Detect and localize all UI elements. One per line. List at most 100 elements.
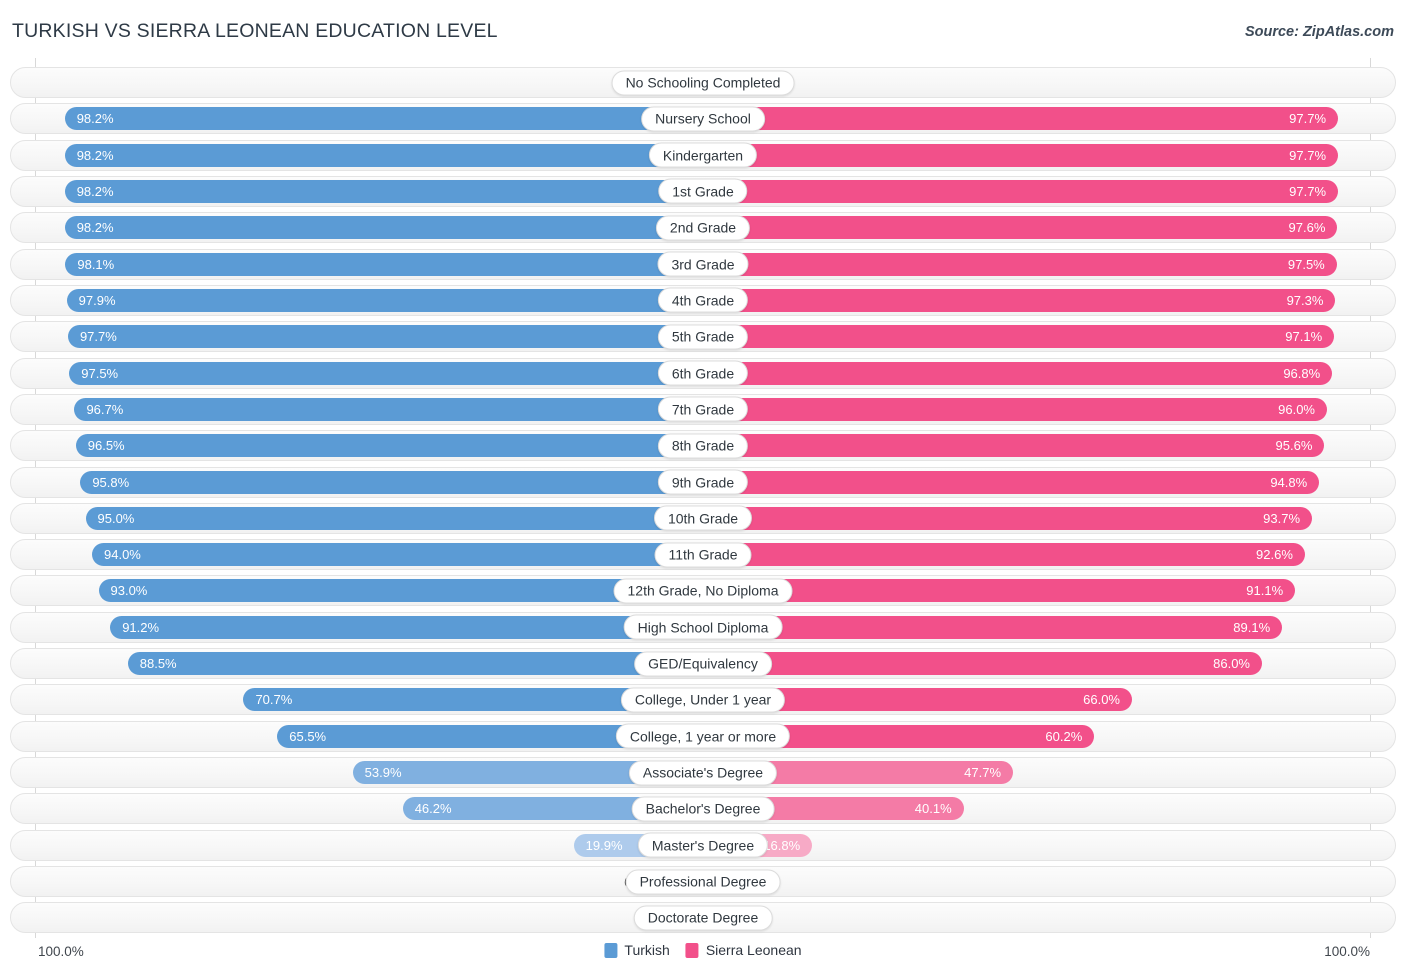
bar-value-turkish: 88.5%: [139, 656, 177, 672]
bar-value-sierra-leonean: 40.1%: [914, 801, 952, 817]
chart-row-inner: 2.7%2.0%Doctorate Degree: [11, 903, 1395, 932]
chart-row: 6.2%4.5%Professional Degree: [10, 866, 1396, 898]
bar-value-turkish: 70.7%: [255, 692, 293, 708]
bar-turkish: 91.2%: [110, 615, 703, 639]
chart-row: 88.5% 86.0% GED/Equivalency: [10, 648, 1396, 680]
category-label: 3rd Grade: [657, 251, 749, 277]
bar-turkish: 95.8%: [80, 470, 703, 494]
bar-value-sierra-leonean: 47.7%: [964, 765, 1002, 781]
bar-value-turkish: 53.9%: [364, 765, 402, 781]
bar-turkish: 98.2%: [64, 179, 703, 203]
bar-value-sierra-leonean: 16.8%: [763, 837, 801, 853]
chart-root: TURKISH VS SIERRA LEONEAN EDUCATION LEVE…: [0, 0, 1406, 975]
bar-sierra-leonean: 97.7%: [703, 179, 1339, 203]
chart-row: 98.2% 97.7% 1st Grade: [10, 175, 1396, 207]
chart-row-inner: 6.2%4.5%Professional Degree: [11, 867, 1395, 896]
bar-turkish: 98.2%: [64, 216, 703, 240]
chart-row-inner: 98.2% 97.7% Kindergarten: [11, 141, 1395, 170]
category-label: Nursery School: [641, 106, 765, 132]
chart-footer: 100.0% 100.0% Turkish Sierra Leonean: [0, 938, 1406, 975]
chart-row-inner: 65.5% 60.2% College, 1 year or more: [11, 722, 1395, 751]
bar-sierra-leonean: 97.3%: [703, 288, 1336, 312]
bar-sierra-leonean: 97.7%: [703, 107, 1339, 131]
bar-value-sierra-leonean: 97.5%: [1287, 256, 1325, 272]
chart-row: 70.7% 66.0% College, Under 1 year: [10, 684, 1396, 716]
bar-sierra-leonean: 89.1%: [703, 615, 1283, 639]
chart-row: 19.9% 16.8% Master's Degree: [10, 829, 1396, 861]
bar-value-turkish: 96.5%: [87, 438, 125, 454]
bar-sierra-leonean: 93.7%: [703, 506, 1313, 530]
bar-turkish: 98.2%: [64, 107, 703, 131]
bar-value-sierra-leonean: 97.1%: [1285, 329, 1323, 345]
bar-value-turkish: 98.2%: [76, 220, 114, 236]
chart-row: 94.0% 92.6% 11th Grade: [10, 539, 1396, 571]
chart-row: 97.9% 97.3% 4th Grade: [10, 284, 1396, 316]
chart-legend: Turkish Sierra Leonean: [604, 942, 802, 958]
chart-row: 2.7%2.0%Doctorate Degree: [10, 902, 1396, 934]
bar-turkish: 95.0%: [85, 506, 703, 530]
axis-label-left: 100.0%: [38, 944, 84, 959]
chart-row: 46.2% 40.1% Bachelor's Degree: [10, 793, 1396, 825]
chart-row: 65.5% 60.2% College, 1 year or more: [10, 720, 1396, 752]
chart-row-inner: 53.9% 47.7% Associate's Degree: [11, 758, 1395, 787]
bar-sierra-leonean: 92.6%: [703, 543, 1305, 567]
bar-value-sierra-leonean: 97.3%: [1286, 292, 1324, 308]
bar-value-turkish: 98.1%: [77, 256, 115, 272]
chart-row: 95.8% 94.8% 9th Grade: [10, 466, 1396, 498]
category-label: 10th Grade: [653, 505, 753, 531]
chart-row-inner: 97.9% 97.3% 4th Grade: [11, 286, 1395, 315]
bar-value-sierra-leonean: 66.0%: [1083, 692, 1120, 708]
chart-row: 97.7% 97.1% 5th Grade: [10, 321, 1396, 353]
category-label: 1st Grade: [658, 178, 748, 204]
bar-value-sierra-leonean: 91.1%: [1246, 583, 1284, 599]
category-label: Bachelor's Degree: [631, 796, 775, 822]
category-label: 5th Grade: [657, 324, 749, 350]
chart-row-inner: 97.5% 96.8% 6th Grade: [11, 359, 1395, 388]
bar-value-turkish: 94.0%: [104, 547, 141, 563]
category-label: 11th Grade: [654, 542, 752, 568]
legend-label: Sierra Leonean: [705, 942, 802, 958]
chart-row: 96.5% 95.6% 8th Grade: [10, 430, 1396, 462]
bar-sierra-leonean: 97.7%: [703, 143, 1339, 167]
bar-turkish: 93.0%: [98, 579, 703, 603]
bar-sierra-leonean: 96.8%: [703, 361, 1333, 385]
bar-value-sierra-leonean: 97.7%: [1289, 111, 1327, 127]
category-label: 9th Grade: [657, 469, 749, 495]
category-label: Kindergarten: [648, 142, 758, 168]
chart-row: 98.1% 97.5% 3rd Grade: [10, 248, 1396, 280]
category-label: 6th Grade: [657, 360, 749, 386]
chart-row-inner: 70.7% 66.0% College, Under 1 year: [11, 685, 1395, 714]
bar-value-turkish: 95.0%: [97, 510, 135, 526]
bar-value-turkish: 98.2%: [76, 183, 114, 199]
category-label: 7th Grade: [657, 396, 749, 422]
chart-row: 91.2% 89.1% High School Diploma: [10, 611, 1396, 643]
chart-row-inner: 98.2% 97.7% Nursery School: [11, 104, 1395, 133]
bar-value-turkish: 93.0%: [110, 583, 148, 599]
bar-turkish: 97.7%: [67, 325, 703, 349]
legend-item[interactable]: Sierra Leonean: [685, 942, 802, 958]
legend-item[interactable]: Turkish: [604, 942, 670, 958]
chart-row: 93.0% 91.1% 12th Grade, No Diploma: [10, 575, 1396, 607]
bar-value-sierra-leonean: 94.8%: [1270, 474, 1308, 490]
chart-row-inner: 94.0% 92.6% 11th Grade: [11, 540, 1395, 569]
source-attribution: Source: ZipAtlas.com: [1244, 24, 1394, 40]
bar-sierra-leonean: 97.5%: [703, 252, 1337, 276]
bar-value-sierra-leonean: 97.6%: [1288, 220, 1326, 236]
bar-sierra-leonean: 95.6%: [703, 434, 1325, 458]
bar-value-turkish: 19.9%: [585, 837, 623, 853]
bar-value-sierra-leonean: 96.0%: [1278, 401, 1315, 417]
category-label: 12th Grade, No Diploma: [613, 578, 793, 604]
chart-row: 96.7% 96.0% 7th Grade: [10, 393, 1396, 425]
bar-turkish: 96.5%: [75, 434, 703, 458]
chart-row-inner: 95.0% 93.7% 10th Grade: [11, 504, 1395, 533]
chart-row: 97.5% 96.8% 6th Grade: [10, 357, 1396, 389]
chart-row: 95.0% 93.7% 10th Grade: [10, 502, 1396, 534]
chart-row-inner: 98.2% 97.7% 1st Grade: [11, 177, 1395, 206]
chart-row-inner: 93.0% 91.1% 12th Grade, No Diploma: [11, 576, 1395, 605]
chart-row-inner: 46.2% 40.1% Bachelor's Degree: [11, 794, 1395, 823]
axis-label-right: 100.0%: [1324, 944, 1370, 959]
legend-swatch-icon: [604, 942, 618, 958]
bar-value-sierra-leonean: 95.6%: [1275, 438, 1313, 454]
chart-row: 98.2% 97.6% 2nd Grade: [10, 212, 1396, 244]
bar-sierra-leonean: 97.6%: [703, 216, 1338, 240]
